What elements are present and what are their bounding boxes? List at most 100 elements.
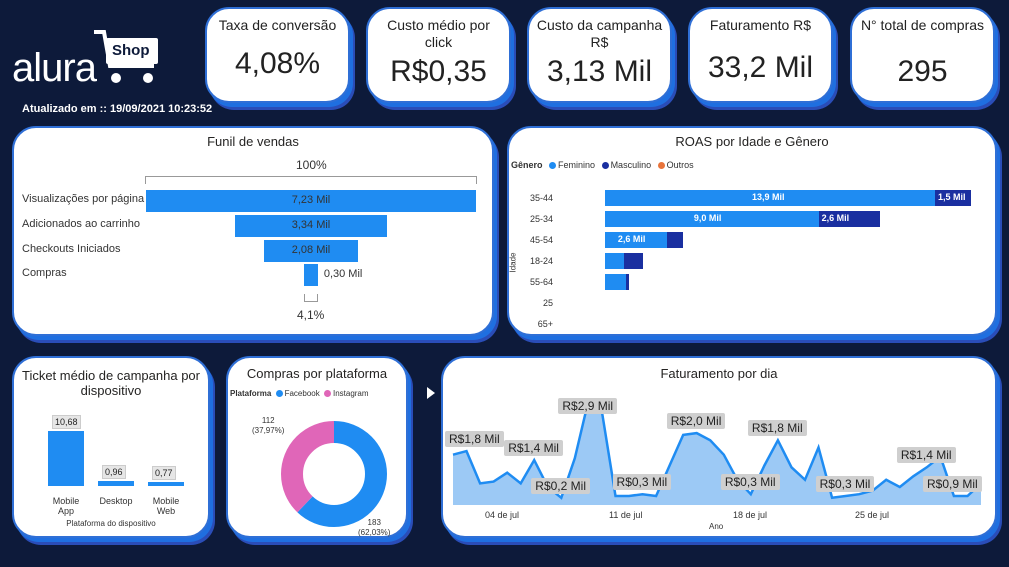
revenue-data-label: R$0,3 Mil [815, 476, 875, 493]
panel-title: Funil de vendas [207, 134, 299, 149]
legend-item-feminino[interactable]: Feminino [549, 160, 595, 170]
roas-bar-masculino[interactable] [626, 274, 629, 290]
panel-title: ROAS por Idade e Gênero [675, 134, 829, 149]
kpi-title: Faturamento R$ [709, 17, 812, 33]
kpi-card-total-purchases: N° total de compras 295 [850, 7, 995, 103]
kpi-value: 3,13 Mil [546, 55, 653, 88]
kpi-title: Taxa de conversão [218, 17, 337, 33]
revenue-data-label: R$0,3 Mil [720, 474, 780, 491]
sales-funnel-panel[interactable]: Funil de vendas 100% Visualizações por p… [12, 126, 494, 336]
funnel-top-pct: 100% [296, 158, 327, 172]
kpi-card-campaign-cost: Custo da campanha R$ 3,13 Mil [527, 7, 672, 103]
legend-title: Gênero [511, 160, 543, 170]
kpi-value: 33,2 Mil [707, 51, 814, 84]
ticket-bar[interactable] [148, 482, 184, 486]
funnel-stage-label: Compras [22, 267, 67, 279]
platform-panel[interactable]: Compras por plataforma Plataforma Facebo… [226, 356, 408, 538]
roas-bar-feminino[interactable]: 13,9 Mil [605, 190, 935, 206]
instagram-value: 112 (37,97%) [252, 416, 285, 435]
roas-legend: Gênero Feminino Masculino Outros [511, 160, 694, 170]
revenue-data-label: R$1,8 Mil [445, 431, 504, 448]
kpi-title: Custo da campanha R$ [536, 17, 663, 50]
age-label: 65+ [537, 319, 553, 329]
funnel-bar[interactable] [304, 264, 318, 286]
revenue-data-label: R$1,4 Mil [504, 440, 563, 457]
revenue-data-label: R$2,0 Mil [666, 413, 726, 430]
logo-badge: Shop [112, 42, 150, 59]
legend-item-outros[interactable]: Outros [657, 160, 694, 170]
kpi-card-cpc: Custo médio por click R$0,35 [366, 7, 511, 103]
play-arrow-icon[interactable] [427, 387, 435, 399]
kpi-card-conversion: Taxa de conversão 4,08% [205, 7, 350, 103]
kpi-title: Custo médio por click [387, 17, 490, 50]
funnel-bottom-pct: 4,1% [297, 308, 325, 322]
funnel-stage-label: Visualizações por página [22, 193, 145, 205]
roas-bar-label: 13,9 Mil [752, 192, 785, 202]
ticket-value: 10,68 [52, 415, 81, 429]
funnel-value: 3,34 Mil [291, 219, 331, 231]
roas-bar-feminino[interactable] [605, 274, 627, 290]
ticket-bar[interactable] [48, 431, 84, 486]
age-label: 25-34 [529, 214, 553, 224]
kpi-value: 4,08% [234, 47, 321, 80]
age-label: 18-24 [529, 256, 553, 266]
ticket-axis-label: Plataforma do dispositivo [66, 519, 156, 528]
logo-text: alura [12, 46, 97, 90]
roas-bar-masculino[interactable] [623, 253, 643, 269]
roas-panel[interactable]: ROAS por Idade e Gênero Gênero Feminino … [507, 126, 997, 336]
age-label: 55-64 [529, 277, 553, 287]
daily-revenue-panel[interactable]: Faturamento por dia R$1,8 Mil R$1,4 Mil R$… [441, 356, 997, 538]
ticket-category: Desktop [99, 496, 133, 506]
alura-shop-logo: alura Shop [12, 28, 162, 94]
panel-title: Ticket médio de campanha por dispositivo [21, 368, 200, 398]
revenue-data-label: R$0,2 Mil [531, 477, 590, 494]
roas-bar-masculino[interactable]: 1,5 Mil [935, 190, 971, 206]
roas-bar-label: 1,5 Mil [938, 192, 966, 202]
roas-bar-masculino[interactable] [666, 232, 684, 248]
kpi-value: R$0,35 [390, 55, 487, 88]
ticket-value: 0,77 [152, 466, 176, 481]
funnel-stage-label: Adicionados ao carrinho [22, 218, 141, 230]
revenue-data-label: R$1,8 Mil [747, 420, 807, 437]
platform-legend: Plataforma Facebook Instagram [230, 389, 369, 398]
facebook-value: 183 (62,03%) [358, 518, 391, 537]
panel-title: Compras por plataforma [246, 366, 388, 381]
roas-axis-label: Idade [508, 252, 518, 273]
funnel-stage-label: Checkouts Iniciados [22, 243, 121, 255]
kpi-title: N° total de compras [860, 17, 985, 33]
legend-item-instagram[interactable]: Instagram [323, 389, 369, 398]
funnel-bracket [145, 176, 477, 184]
age-label: 25 [542, 298, 553, 308]
revenue-data-label: R$0,3 Mil [612, 474, 672, 491]
age-label: 35-44 [529, 193, 553, 203]
roas-bar-feminino[interactable] [605, 253, 624, 269]
ticket-bar[interactable] [98, 481, 134, 486]
x-axis-label: Ano [709, 522, 724, 531]
ticket-panel[interactable]: Ticket médio de campanha por dispositivo… [12, 356, 210, 538]
age-label: 45-54 [529, 235, 553, 245]
roas-bar-masculino[interactable]: 2,6 Mil [818, 211, 881, 227]
funnel-value: 2,08 Mil [291, 244, 331, 256]
funnel-value: 7,23 Mil [291, 194, 331, 206]
roas-bar-feminino[interactable]: 2,6 Mil [605, 232, 667, 248]
legend-title: Plataforma [230, 389, 272, 398]
ticket-value: 0,96 [102, 465, 126, 480]
kpi-value: 295 [897, 55, 948, 88]
roas-bar-label: 2,6 Mil [617, 234, 646, 244]
ticket-category: Mobile Web [152, 496, 180, 516]
funnel-bottom-bracket [304, 294, 318, 302]
x-tick-label: 04 de jul [485, 510, 520, 520]
revenue-data-label: R$0,9 Mil [923, 476, 982, 493]
roas-bar-feminino[interactable]: 9,0 Mil [605, 211, 819, 227]
platform-donut[interactable] [278, 418, 390, 530]
funnel-value: 0,30 Mil [323, 268, 363, 280]
legend-item-facebook[interactable]: Facebook [275, 389, 320, 398]
roas-bar-label: 9,0 Mil [693, 213, 722, 223]
revenue-data-label: R$2,9 Mil [558, 398, 618, 414]
roas-bar-label: 2,6 Mil [821, 213, 850, 223]
kpi-card-revenue: Faturamento R$ 33,2 Mil [688, 7, 833, 103]
legend-item-masculino[interactable]: Masculino [601, 160, 651, 170]
x-tick-label: 25 de jul [855, 510, 890, 520]
updated-timestamp: Atualizado em :: 19/09/2021 10:23:52 [22, 103, 213, 115]
x-tick-label: 11 de jul [609, 510, 643, 520]
